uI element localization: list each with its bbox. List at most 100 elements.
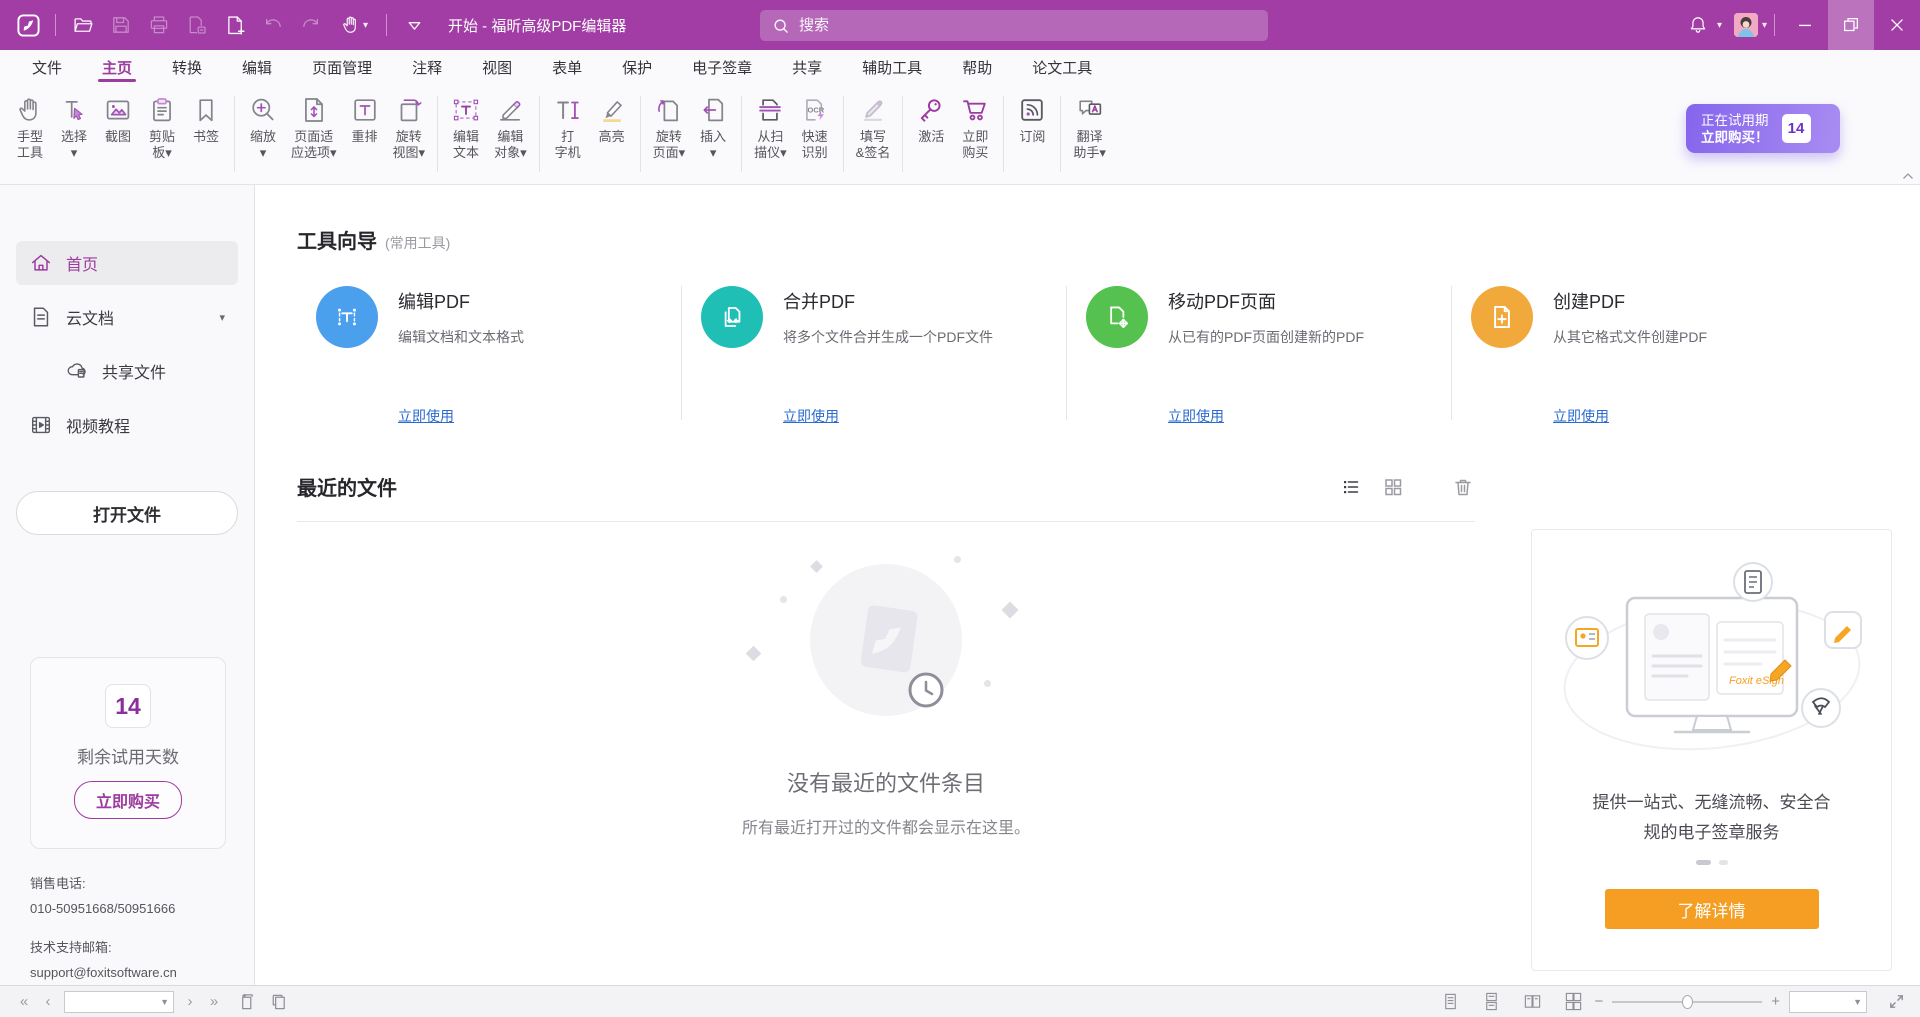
zoom-percent-box[interactable]: ▼ (1789, 991, 1867, 1013)
next-page-button[interactable]: › (178, 993, 202, 1010)
menu-tab[interactable]: 主页 (82, 50, 152, 84)
chevron-down-icon[interactable]: ▼ (1853, 997, 1862, 1007)
ribbon-button[interactable]: 立即 购买 (953, 93, 997, 172)
ribbon-button[interactable]: 激活 (909, 93, 953, 172)
ribbon-button[interactable]: 订阅 (1010, 93, 1054, 172)
facing-continuous-view-icon[interactable] (1561, 990, 1585, 1014)
ribbon-button[interactable]: 填写 &签名 (850, 93, 897, 172)
list-view-icon[interactable] (1339, 475, 1363, 499)
open-file-button[interactable]: 打开文件 (16, 491, 238, 535)
use-now-link[interactable]: 立即使用 (783, 406, 839, 426)
continuous-view-icon[interactable] (1479, 990, 1503, 1014)
undo-icon[interactable] (255, 7, 291, 43)
close-button[interactable] (1874, 0, 1920, 50)
first-page-button[interactable]: « (12, 993, 36, 1010)
menu-tab[interactable]: 保护 (602, 50, 672, 84)
chevron-down-icon[interactable]: ▼ (160, 997, 169, 1007)
ribbon-button[interactable]: 插入 ▾ (691, 93, 735, 172)
trial-purchase-banner[interactable]: 正在试用期立即购买！ 14 (1686, 104, 1840, 153)
minimize-button[interactable] (1782, 0, 1828, 50)
customize-toolbar-icon[interactable] (396, 7, 432, 43)
menu-tab[interactable]: 辅助工具 (842, 50, 942, 84)
zoom-slider[interactable] (1612, 994, 1762, 1010)
menu-tab[interactable]: 共享 (772, 50, 842, 84)
page-number-box[interactable]: ▼ (64, 991, 174, 1013)
ribbon-button[interactable]: 编辑 文本 (444, 93, 488, 172)
menu-tab[interactable]: 表单 (532, 50, 602, 84)
chevron-down-icon[interactable]: ▾ (219, 311, 225, 324)
menu-tab[interactable]: 论文工具 (1012, 50, 1112, 84)
sidebar-item[interactable]: 视频教程 ▾ (16, 403, 238, 447)
hand-tool-quick-icon[interactable]: ▾ (331, 7, 377, 43)
ribbon-button[interactable]: 选择 ▾ (52, 93, 96, 172)
ribbon-button[interactable]: 旋转 视图▾ (387, 93, 432, 172)
menu-tab[interactable]: 帮助 (942, 50, 1012, 84)
home-icon (29, 251, 53, 275)
sidebar-item[interactable]: 共享文件 ▾ (52, 349, 238, 393)
ribbon-button[interactable]: 书签 (184, 93, 228, 172)
menu-tab[interactable]: 转换 (152, 50, 222, 84)
zoom-out-button[interactable]: − (1594, 993, 1603, 1010)
ribbon-button[interactable]: 手型 工具 (8, 93, 52, 172)
sidebar-item[interactable]: 云文档 ▾ (16, 295, 238, 339)
support-email[interactable]: support@foxitsoftware.cn (30, 962, 177, 983)
learn-more-button[interactable]: 了解详情 (1605, 889, 1819, 929)
redo-icon[interactable] (293, 7, 329, 43)
create-pdf-icon (1471, 286, 1533, 348)
ribbon-button-label: 选择 ▾ (61, 129, 87, 161)
use-now-link[interactable]: 立即使用 (398, 406, 454, 426)
search-box[interactable] (760, 10, 1268, 41)
single-page-view-icon[interactable] (1438, 990, 1462, 1014)
menu-tab[interactable]: 编辑 (222, 50, 292, 84)
chevron-down-icon[interactable]: ▾ (1762, 20, 1767, 31)
open-file-icon[interactable] (65, 7, 101, 43)
clear-recent-trash-icon[interactable] (1451, 475, 1475, 499)
ribbon-button[interactable]: 页面适 应选项▾ (285, 93, 343, 172)
tool-card-description: 将多个文件合并生成一个PDF文件 (783, 327, 993, 347)
use-now-link[interactable]: 立即使用 (1553, 406, 1609, 426)
new-document-icon[interactable] (217, 7, 253, 43)
collapse-ribbon-icon[interactable] (1902, 172, 1914, 180)
ribbon-button[interactable]: 从扫 描仪▾ (748, 93, 793, 172)
use-now-link[interactable]: 立即使用 (1168, 406, 1224, 426)
last-page-button[interactable]: » (202, 993, 226, 1010)
facing-view-icon[interactable] (1520, 990, 1544, 1014)
ribbon-button[interactable]: 缩放 ▾ (241, 93, 285, 172)
clipboard-paste-icon[interactable] (266, 990, 290, 1014)
ribbon-button[interactable]: 剪贴 板▾ (140, 93, 184, 172)
ribbon-button[interactable]: 旋转 页面▾ (647, 93, 692, 172)
search-input[interactable] (799, 17, 1256, 34)
zoom-in-button[interactable]: + (1771, 993, 1780, 1010)
ribbon-button[interactable]: OCR 快速 识别 (793, 93, 837, 172)
zoom-percent-input[interactable] (1790, 992, 1848, 1012)
menu-tab[interactable]: 注释 (392, 50, 462, 84)
ribbon-button[interactable]: 打 字机 (546, 93, 590, 172)
grid-view-icon[interactable] (1381, 475, 1405, 499)
insert-pages-icon (698, 95, 728, 125)
menu-tab[interactable]: 文件 (12, 50, 82, 84)
buy-now-button[interactable]: 立即购买 (74, 781, 182, 819)
export-page-icon[interactable] (179, 7, 215, 43)
page-number-input[interactable] (65, 992, 155, 1012)
sidebar-item[interactable]: 首页 ▾ (16, 241, 238, 285)
menu-tab[interactable]: 视图 (462, 50, 532, 84)
ribbon-button[interactable]: 编辑 对象▾ (488, 93, 533, 172)
print-icon[interactable] (141, 7, 177, 43)
notifications-bell-icon[interactable] (1680, 7, 1716, 43)
ribbon-button[interactable]: 重排 (343, 93, 387, 172)
ribbon-button[interactable]: 翻译 助手▾ (1067, 93, 1112, 172)
foxit-logo-icon[interactable] (10, 7, 46, 43)
menu-tab[interactable]: 电子签章 (672, 50, 772, 84)
fullscreen-icon[interactable] (1884, 990, 1908, 1014)
snapshot-icon[interactable] (234, 990, 258, 1014)
restore-window-button[interactable] (1828, 0, 1874, 50)
ribbon-button[interactable]: 高亮 (590, 93, 634, 172)
user-avatar[interactable] (1734, 13, 1758, 37)
ribbon-button[interactable]: 截图 (96, 93, 140, 172)
previous-page-button[interactable]: ‹ (36, 993, 60, 1010)
save-icon[interactable] (103, 7, 139, 43)
carousel-dots[interactable] (1696, 860, 1728, 865)
zoom-slider-thumb[interactable] (1682, 995, 1693, 1009)
menu-tab[interactable]: 页面管理 (292, 50, 392, 84)
chevron-down-icon[interactable]: ▾ (1717, 20, 1722, 31)
